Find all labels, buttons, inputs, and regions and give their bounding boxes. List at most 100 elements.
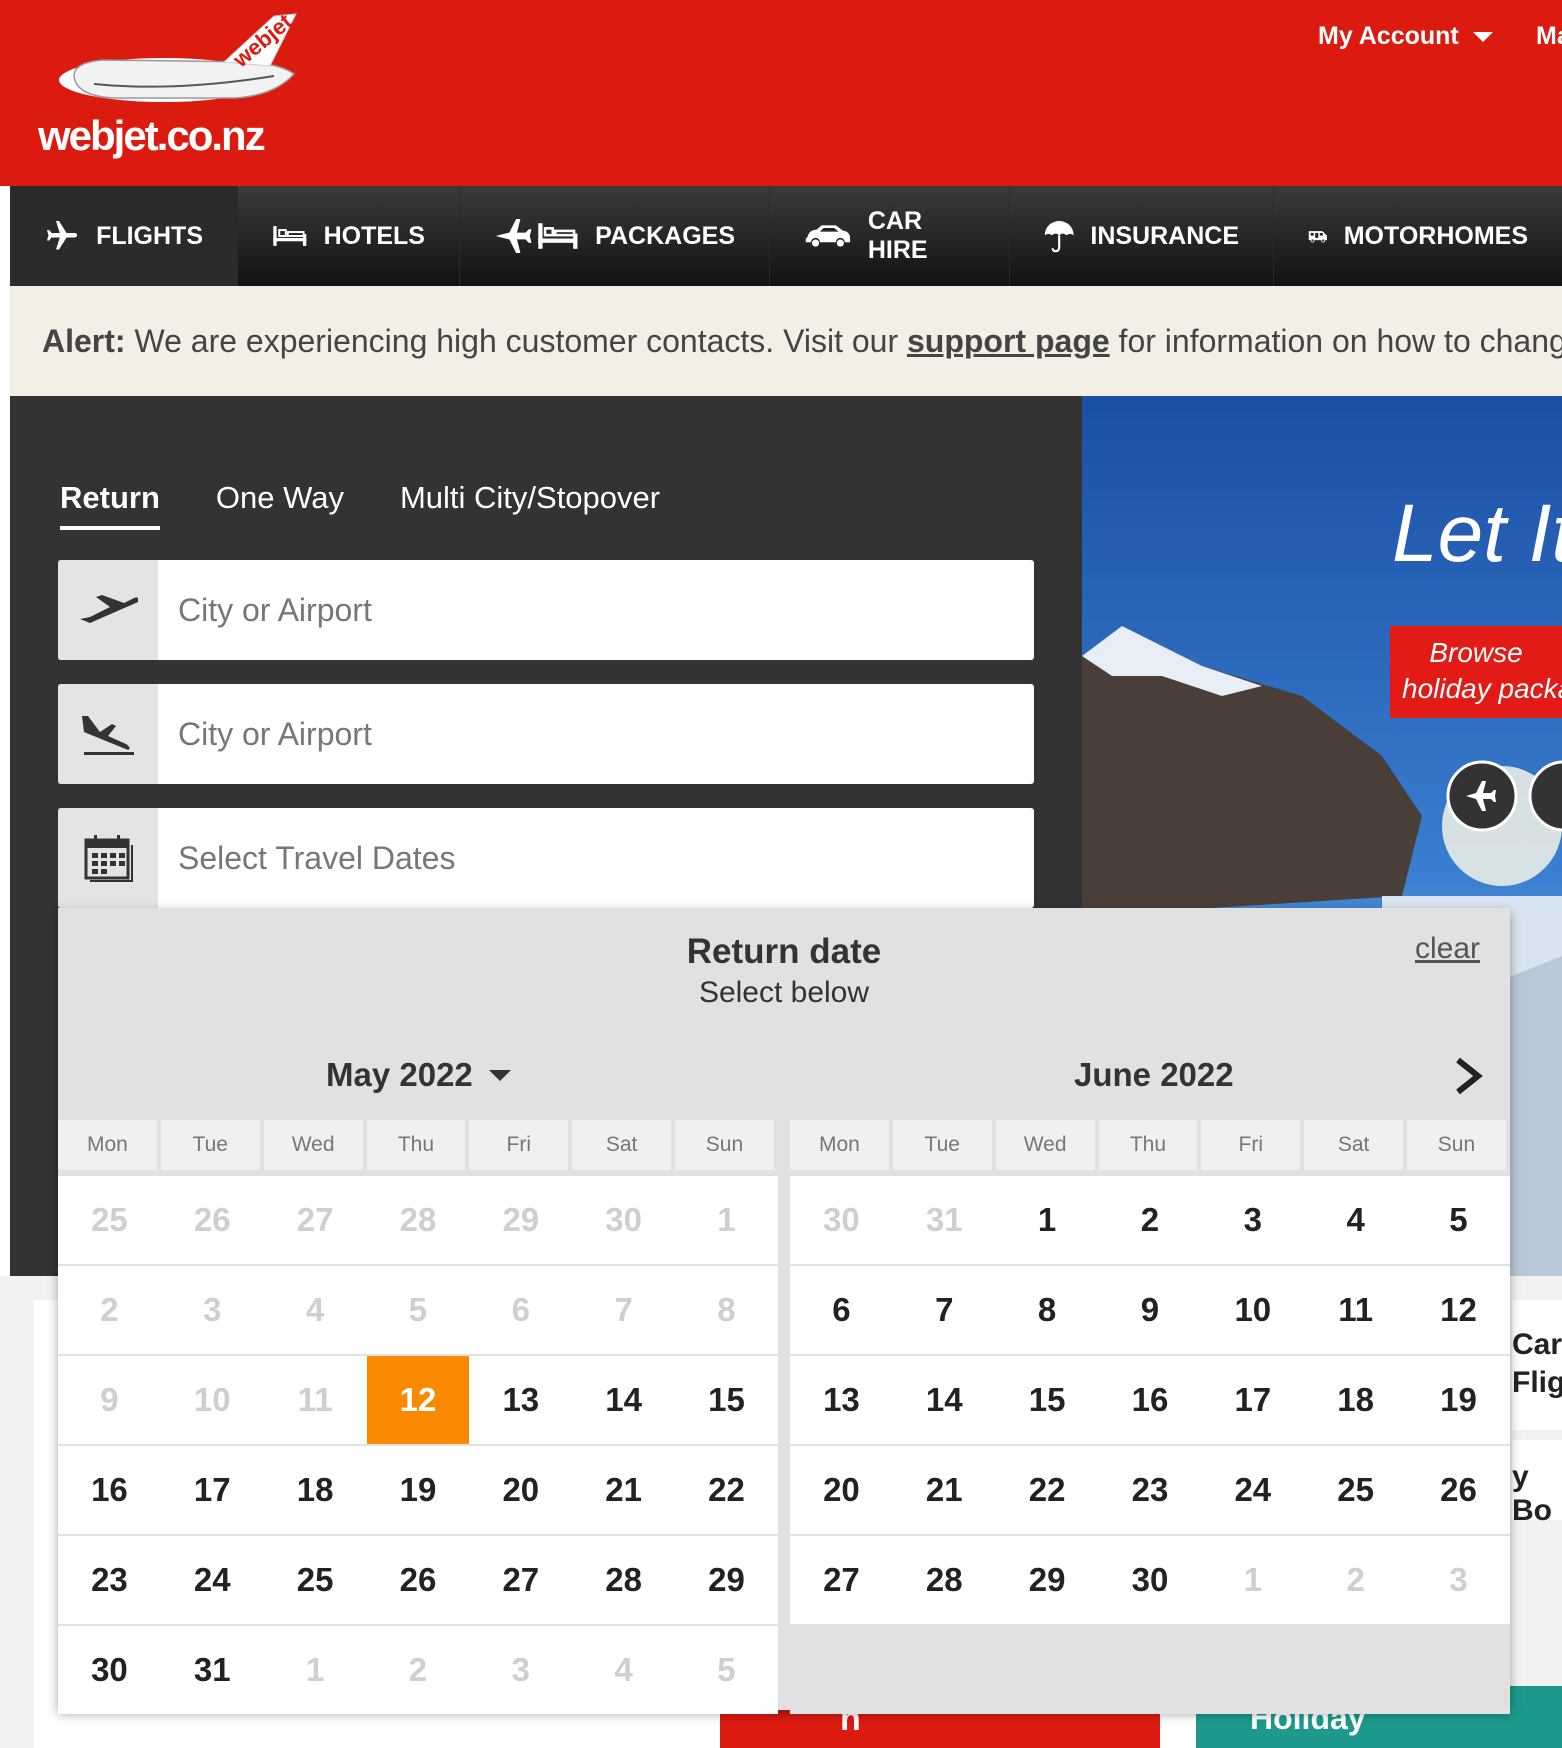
weekday-label: Mon: [790, 1120, 893, 1170]
calendar-day-disabled: 5: [675, 1626, 778, 1714]
support-page-link[interactable]: support page: [907, 323, 1110, 359]
main-nav: FLIGHTS HOTELS PACKAGES CAR HIRE INSURAN…: [10, 186, 1562, 286]
nav-car-hire[interactable]: CAR HIRE: [770, 186, 1010, 286]
destination-input[interactable]: City or Airport: [158, 684, 1034, 784]
calendar-day[interactable]: 29: [675, 1536, 778, 1624]
calendar-day[interactable]: 21: [572, 1446, 676, 1534]
weekday-label: Fri: [1201, 1120, 1305, 1170]
calendar-day[interactable]: 4: [1304, 1176, 1408, 1264]
month-select-may[interactable]: May 2022: [326, 1056, 511, 1094]
calendar-day[interactable]: 29: [995, 1536, 1099, 1624]
tab-return[interactable]: Return: [60, 480, 160, 530]
weekday-label: Fri: [469, 1120, 573, 1170]
calendar-day[interactable]: 14: [572, 1356, 676, 1444]
nav-packages-label: PACKAGES: [595, 221, 735, 250]
nav-hotels[interactable]: HOTELS: [238, 186, 460, 286]
nav-packages[interactable]: PACKAGES: [460, 186, 770, 286]
calendar-day[interactable]: 22: [995, 1446, 1099, 1534]
calendar-day[interactable]: 17: [1201, 1356, 1305, 1444]
top-header: webjet webjet.co.nz My Account Ma: [0, 0, 1562, 186]
origin-field[interactable]: City or Airport: [58, 560, 1034, 660]
calendar-day[interactable]: 30: [1098, 1536, 1202, 1624]
alert-text-1: We are experiencing high customer contac…: [125, 323, 907, 359]
next-month-arrow-icon[interactable]: [1448, 1056, 1488, 1096]
tab-multi-city[interactable]: Multi City/Stopover: [400, 480, 660, 530]
calendar-day[interactable]: 31: [160, 1626, 264, 1714]
weekday-label: Tue: [160, 1120, 264, 1170]
calendar-day-disabled: 29: [469, 1176, 573, 1264]
calendar-day[interactable]: 3: [1201, 1176, 1305, 1264]
calendar-day[interactable]: 19: [1407, 1356, 1510, 1444]
header-menu-next[interactable]: Ma: [1536, 22, 1562, 51]
weekday-label: Wed: [263, 1120, 367, 1170]
nav-insurance[interactable]: INSURANCE: [1010, 186, 1274, 286]
calendar-empty-row: [790, 1624, 1510, 1714]
calendar-day[interactable]: 23: [1098, 1446, 1202, 1534]
calendar-day[interactable]: 21: [892, 1446, 996, 1534]
calendar-day[interactable]: 13: [469, 1356, 573, 1444]
calendar-day[interactable]: 26: [1407, 1446, 1510, 1534]
origin-input[interactable]: City or Airport: [158, 560, 1034, 660]
calendar-day[interactable]: 16: [1098, 1356, 1202, 1444]
plane-icon: [47, 220, 78, 250]
calendar-day[interactable]: 30: [58, 1626, 161, 1714]
calendar-day[interactable]: 27: [790, 1536, 893, 1624]
calendar-day[interactable]: 9: [1098, 1266, 1202, 1354]
clear-dates-link[interactable]: clear: [1415, 932, 1480, 966]
weekday-label: Sat: [572, 1120, 676, 1170]
month-label-june-text: June 2022: [1074, 1056, 1234, 1093]
tab-one-way[interactable]: One Way: [216, 480, 344, 530]
calendar-week-row: 27 28 29 30 1 2 3: [790, 1534, 1510, 1624]
logo-text[interactable]: webjet.co.nz: [38, 112, 266, 160]
calendar-day[interactable]: 28: [572, 1536, 676, 1624]
calendar-day[interactable]: 7: [892, 1266, 996, 1354]
side-card-links[interactable]: Car Flig: [1512, 1300, 1562, 1430]
calendar-day-selected[interactable]: 12: [366, 1356, 470, 1444]
calendar-day[interactable]: 5: [1407, 1176, 1510, 1264]
calendar-day[interactable]: 24: [160, 1536, 264, 1624]
calendar-day[interactable]: 15: [995, 1356, 1099, 1444]
calendar-day[interactable]: 27: [469, 1536, 573, 1624]
calendar-day[interactable]: 8: [995, 1266, 1099, 1354]
my-account-menu[interactable]: My Account: [1318, 22, 1493, 51]
calendar-day[interactable]: 1: [995, 1176, 1099, 1264]
destination-field[interactable]: City or Airport: [58, 684, 1034, 784]
calendar-day[interactable]: 18: [1304, 1356, 1408, 1444]
calendar-week-row: 13 14 15 16 17 18 19: [790, 1354, 1510, 1444]
calendar-day[interactable]: 25: [263, 1536, 367, 1624]
calendar-day[interactable]: 23: [58, 1536, 161, 1624]
calendar-day[interactable]: 15: [675, 1356, 778, 1444]
calendar-week-row: 30 31 1 2 3 4 5: [58, 1624, 778, 1714]
calendar-day[interactable]: 24: [1201, 1446, 1305, 1534]
nav-motorhomes[interactable]: MOTORHOMES: [1274, 186, 1562, 286]
calendar-day[interactable]: 14: [892, 1356, 996, 1444]
calendar-week-row: 16 17 18 19 20 21 22: [58, 1444, 778, 1534]
calendar-day[interactable]: 12: [1407, 1266, 1510, 1354]
calendar-day[interactable]: 16: [58, 1446, 161, 1534]
calendar-day[interactable]: 10: [1201, 1266, 1305, 1354]
calendar-day[interactable]: 6: [790, 1266, 893, 1354]
calendar-day[interactable]: 20: [469, 1446, 573, 1534]
calendar-day[interactable]: 11: [1304, 1266, 1408, 1354]
calendar-day[interactable]: 13: [790, 1356, 893, 1444]
weekday-label: Tue: [892, 1120, 996, 1170]
calendar-day[interactable]: 20: [790, 1446, 893, 1534]
nav-motorhomes-label: MOTORHOMES: [1343, 221, 1528, 250]
dates-field[interactable]: Select Travel Dates: [58, 808, 1034, 908]
calendar-day[interactable]: 22: [675, 1446, 778, 1534]
calendar-day[interactable]: 19: [366, 1446, 470, 1534]
side-card-2[interactable]: y Bo: [1512, 1440, 1562, 1527]
date-picker-popup: Return date Select below clear May 2022 …: [58, 908, 1510, 1714]
nav-flights[interactable]: FLIGHTS: [10, 186, 238, 286]
calendar-day[interactable]: 18: [263, 1446, 367, 1534]
calendar-day[interactable]: 17: [160, 1446, 264, 1534]
calendar-day[interactable]: 25: [1304, 1446, 1408, 1534]
calendar-day-disabled: 11: [263, 1356, 367, 1444]
calendar-day[interactable]: 28: [892, 1536, 996, 1624]
weekday-label: Mon: [58, 1120, 161, 1170]
dates-input[interactable]: Select Travel Dates: [158, 808, 1034, 908]
calendar-day[interactable]: 2: [1098, 1176, 1202, 1264]
nav-hotels-label: HOTELS: [323, 221, 425, 250]
calendar-day[interactable]: 26: [366, 1536, 470, 1624]
nav-flights-label: FLIGHTS: [96, 221, 203, 250]
